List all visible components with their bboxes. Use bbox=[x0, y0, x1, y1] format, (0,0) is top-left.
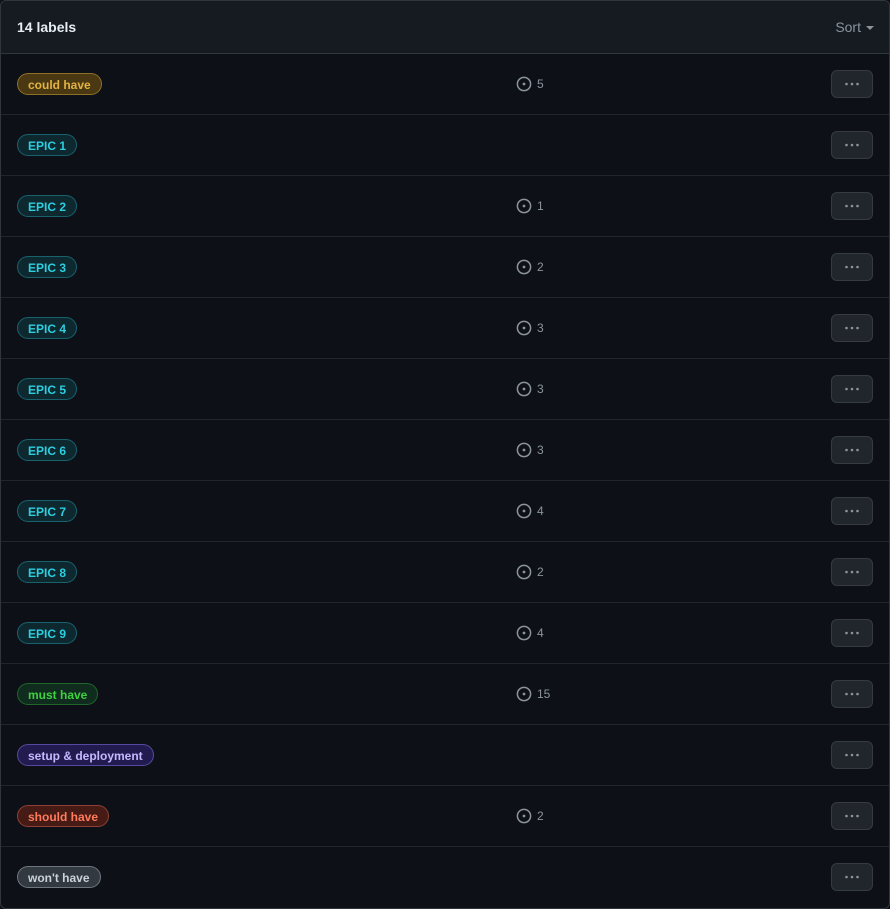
label-row: EPIC 2 1 bbox=[1, 176, 889, 237]
label-actions-button[interactable] bbox=[831, 253, 873, 281]
label-row: EPIC 9 4 bbox=[1, 603, 889, 664]
label-pill[interactable]: EPIC 7 bbox=[17, 500, 78, 522]
issue-opened-icon bbox=[516, 76, 537, 92]
open-issues-count: 4 bbox=[537, 504, 544, 518]
label-row: EPIC 8 2 bbox=[1, 542, 889, 603]
open-issues-count: 5 bbox=[537, 77, 544, 91]
kebab-horizontal-icon bbox=[844, 448, 860, 452]
label-actions-button[interactable] bbox=[831, 375, 873, 403]
label-pill[interactable]: won't have bbox=[17, 866, 101, 888]
kebab-horizontal-icon bbox=[844, 570, 860, 574]
kebab-horizontal-icon bbox=[844, 204, 860, 208]
label-pill[interactable]: must have bbox=[17, 683, 99, 705]
open-issues-link[interactable]: 3 bbox=[516, 442, 544, 458]
label-actions-button[interactable] bbox=[831, 131, 873, 159]
label-actions-button[interactable] bbox=[831, 192, 873, 220]
label-row: could have 5 bbox=[1, 54, 889, 115]
kebab-horizontal-icon bbox=[844, 143, 860, 147]
kebab-horizontal-icon bbox=[844, 326, 860, 330]
label-actions-button[interactable] bbox=[831, 619, 873, 647]
issue-opened-icon bbox=[516, 625, 537, 641]
kebab-horizontal-icon bbox=[844, 509, 860, 513]
open-issues-count: 2 bbox=[537, 260, 544, 274]
open-issues-link[interactable]: 1 bbox=[516, 198, 544, 214]
issue-opened-icon bbox=[516, 198, 537, 214]
label-actions-button[interactable] bbox=[831, 436, 873, 464]
triangle-down-icon bbox=[866, 26, 874, 30]
open-issues-link[interactable]: 2 bbox=[516, 259, 544, 275]
open-issues-link[interactable]: 2 bbox=[516, 808, 544, 824]
label-actions-button[interactable] bbox=[831, 863, 873, 891]
label-actions-button[interactable] bbox=[831, 70, 873, 98]
label-pill[interactable]: EPIC 6 bbox=[17, 439, 78, 461]
label-row: EPIC 5 3 bbox=[1, 359, 889, 420]
open-issues-count: 3 bbox=[537, 382, 544, 396]
kebab-horizontal-icon bbox=[844, 814, 860, 818]
label-row: EPIC 3 2 bbox=[1, 237, 889, 298]
kebab-horizontal-icon bbox=[844, 82, 860, 86]
labels-count: 14 labels bbox=[17, 19, 77, 35]
open-issues-link[interactable]: 4 bbox=[516, 503, 544, 519]
label-pill[interactable]: EPIC 3 bbox=[17, 256, 78, 278]
label-pill[interactable]: EPIC 8 bbox=[17, 561, 78, 583]
open-issues-count: 15 bbox=[537, 687, 551, 701]
open-issues-count: 1 bbox=[537, 199, 544, 213]
label-row: should have 2 bbox=[1, 786, 889, 847]
label-pill[interactable]: EPIC 5 bbox=[17, 378, 78, 400]
sort-dropdown[interactable]: Sort bbox=[835, 19, 874, 35]
label-row: EPIC 4 3 bbox=[1, 298, 889, 359]
label-row: setup & deployment bbox=[1, 725, 889, 786]
label-row: must have 15 bbox=[1, 664, 889, 725]
labels-list-box: 14 labels Sort could have 5 EPIC 1 EPIC 21E… bbox=[0, 0, 890, 909]
issue-opened-icon bbox=[516, 564, 537, 580]
kebab-horizontal-icon bbox=[844, 387, 860, 391]
open-issues-link[interactable]: 4 bbox=[516, 625, 544, 641]
label-row: EPIC 6 3 bbox=[1, 420, 889, 481]
label-row: EPIC 7 4 bbox=[1, 481, 889, 542]
kebab-horizontal-icon bbox=[844, 265, 860, 269]
open-issues-link[interactable]: 3 bbox=[516, 381, 544, 397]
open-issues-link[interactable]: 2 bbox=[516, 564, 544, 580]
label-actions-button[interactable] bbox=[831, 741, 873, 769]
kebab-horizontal-icon bbox=[844, 875, 860, 879]
issue-opened-icon bbox=[516, 503, 537, 519]
open-issues-link[interactable]: 5 bbox=[516, 76, 544, 92]
label-pill[interactable]: EPIC 4 bbox=[17, 317, 78, 339]
label-pill[interactable]: could have bbox=[17, 73, 102, 95]
open-issues-count: 2 bbox=[537, 565, 544, 579]
issue-opened-icon bbox=[516, 442, 537, 458]
issue-opened-icon bbox=[516, 320, 537, 336]
issue-opened-icon bbox=[516, 381, 537, 397]
issue-opened-icon bbox=[516, 808, 537, 824]
label-pill[interactable]: EPIC 2 bbox=[17, 195, 78, 217]
open-issues-count: 4 bbox=[537, 626, 544, 640]
labels-list-header: 14 labels Sort bbox=[1, 1, 889, 54]
label-pill[interactable]: EPIC 9 bbox=[17, 622, 78, 644]
kebab-horizontal-icon bbox=[844, 692, 860, 696]
open-issues-count: 3 bbox=[537, 443, 544, 457]
sort-label: Sort bbox=[835, 19, 861, 35]
kebab-horizontal-icon bbox=[844, 631, 860, 635]
label-pill[interactable]: setup & deployment bbox=[17, 744, 154, 766]
open-issues-count: 2 bbox=[537, 809, 544, 823]
issue-opened-icon bbox=[516, 686, 537, 702]
label-actions-button[interactable] bbox=[831, 558, 873, 586]
label-row: EPIC 1 bbox=[1, 115, 889, 176]
label-actions-button[interactable] bbox=[831, 314, 873, 342]
label-pill[interactable]: EPIC 1 bbox=[17, 134, 78, 156]
labels-list: could have 5 EPIC 1 EPIC 2 1 EPIC 3 2 EPIC 4 3 EP… bbox=[1, 54, 889, 907]
open-issues-link[interactable]: 3 bbox=[516, 320, 544, 336]
kebab-horizontal-icon bbox=[844, 753, 860, 757]
open-issues-link[interactable]: 15 bbox=[516, 686, 550, 702]
label-actions-button[interactable] bbox=[831, 680, 873, 708]
label-actions-button[interactable] bbox=[831, 802, 873, 830]
issue-opened-icon bbox=[516, 259, 537, 275]
label-row: won't have bbox=[1, 847, 889, 907]
open-issues-count: 3 bbox=[537, 321, 544, 335]
label-actions-button[interactable] bbox=[831, 497, 873, 525]
label-pill[interactable]: should have bbox=[17, 805, 110, 827]
